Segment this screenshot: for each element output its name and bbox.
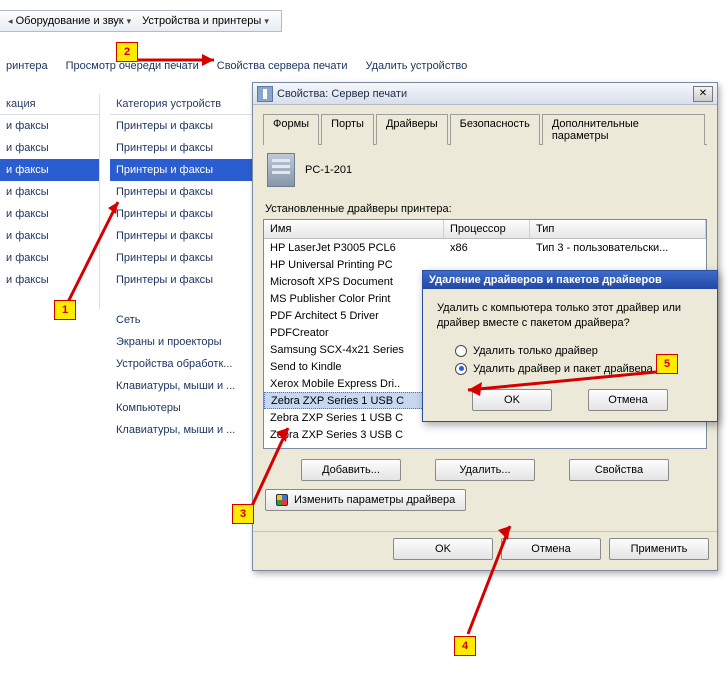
close-button[interactable]: ✕ — [693, 86, 713, 102]
list-item[interactable]: и факсы — [0, 137, 99, 159]
tab-strip: ФормыПортыДрайверыБезопасностьДополнител… — [263, 113, 707, 145]
toolbar: ринтера Просмотр очереди печати Свойства… — [0, 60, 473, 72]
chevron-down-icon: ▾ — [264, 16, 269, 27]
breadcrumb-seg-devices[interactable]: Устройства и принтеры ▾ — [137, 11, 275, 31]
annotation-arrow-2 — [134, 48, 234, 75]
drivers-list-label: Установленные драйверы принтера: — [265, 203, 707, 215]
window-title: Свойства: Сервер печати — [277, 88, 693, 100]
tab-дополнительные параметры[interactable]: Дополнительные параметры — [542, 114, 705, 145]
column-header-type[interactable]: Тип — [530, 220, 706, 238]
server-icon — [267, 153, 295, 187]
annotation-2: 2 — [116, 42, 138, 62]
annotation-3: 3 — [232, 504, 254, 524]
list-item[interactable]: Компьютеры — [110, 397, 255, 419]
button-label: Изменить параметры драйвера — [294, 494, 455, 506]
tab-безопасность[interactable]: Безопасность — [450, 114, 540, 145]
breadcrumb-seg-hardware[interactable]: ◂ Оборудование и звук ▾ — [0, 11, 137, 31]
titlebar[interactable]: Свойства: Сервер печати ✕ — [253, 83, 717, 105]
add-driver-button[interactable]: Добавить... — [301, 459, 401, 481]
annotation-arrow-3 — [246, 420, 306, 513]
tab-порты[interactable]: Порты — [321, 114, 374, 145]
list-item[interactable]: Клавиатуры, мыши и ... — [110, 419, 255, 441]
toolbar-server-properties[interactable]: Свойства сервера печати — [217, 60, 348, 72]
driver-properties-button[interactable]: Свойства — [569, 459, 669, 481]
modal-question: Удалить с компьютера только этот драйвер… — [437, 301, 703, 331]
list-item[interactable]: Устройства обработк... — [110, 353, 255, 375]
list-item[interactable]: и факсы — [0, 159, 99, 181]
window-icon — [257, 86, 273, 102]
modal-title[interactable]: Удаление драйверов и пакетов драйверов — [423, 271, 717, 289]
toolbar-item[interactable]: ринтера — [6, 60, 48, 72]
chevron-left-icon: ◂ — [8, 16, 13, 27]
list-item[interactable]: Клавиатуры, мыши и ... — [110, 375, 255, 397]
server-name: PC-1-201 — [305, 164, 352, 176]
annotation-5: 5 — [656, 354, 678, 374]
list-item[interactable]: Принтеры и факсы — [110, 137, 255, 159]
list-item[interactable]: Принтеры и факсы — [110, 115, 255, 137]
tab-драйверы[interactable]: Драйверы — [376, 114, 448, 145]
radio-icon — [455, 345, 467, 357]
column-header[interactable]: кация — [0, 94, 99, 115]
toolbar-remove-device[interactable]: Удалить устройство — [365, 60, 467, 72]
tab-формы[interactable]: Формы — [263, 114, 319, 145]
delete-driver-button[interactable]: Удалить... — [435, 459, 535, 481]
breadcrumb-label: Устройства и принтеры — [142, 15, 261, 27]
annotation-4: 4 — [454, 636, 476, 656]
chevron-down-icon: ▾ — [127, 16, 132, 27]
list-item[interactable]: и факсы — [0, 115, 99, 137]
annotation-arrow-5 — [462, 370, 662, 403]
driver-row[interactable]: HP LaserJet P3005 PCL6x86Тип 3 - пользов… — [264, 239, 706, 256]
drivers-list-header: Имя Процессор Тип — [264, 220, 706, 239]
breadcrumb-label: Оборудование и звук — [16, 15, 124, 27]
apply-button[interactable]: Применить — [609, 538, 709, 560]
address-bar: ◂ Оборудование и звук ▾ Устройства и при… — [0, 10, 282, 32]
annotation-1: 1 — [54, 300, 76, 320]
column-header-processor[interactable]: Процессор — [444, 220, 530, 238]
list-item[interactable]: Экраны и проекторы — [110, 331, 255, 353]
list-item[interactable]: Принтеры и факсы — [110, 159, 255, 181]
annotation-arrow-1 — [60, 190, 140, 313]
radio-label: Удалить только драйвер — [473, 345, 598, 357]
driver-row[interactable]: Zebra ZXP Series 3 USB C — [264, 426, 706, 443]
annotation-arrow-4 — [462, 520, 522, 643]
column-header-name[interactable]: Имя — [264, 220, 444, 238]
column-header[interactable]: Категория устройств — [110, 94, 255, 115]
